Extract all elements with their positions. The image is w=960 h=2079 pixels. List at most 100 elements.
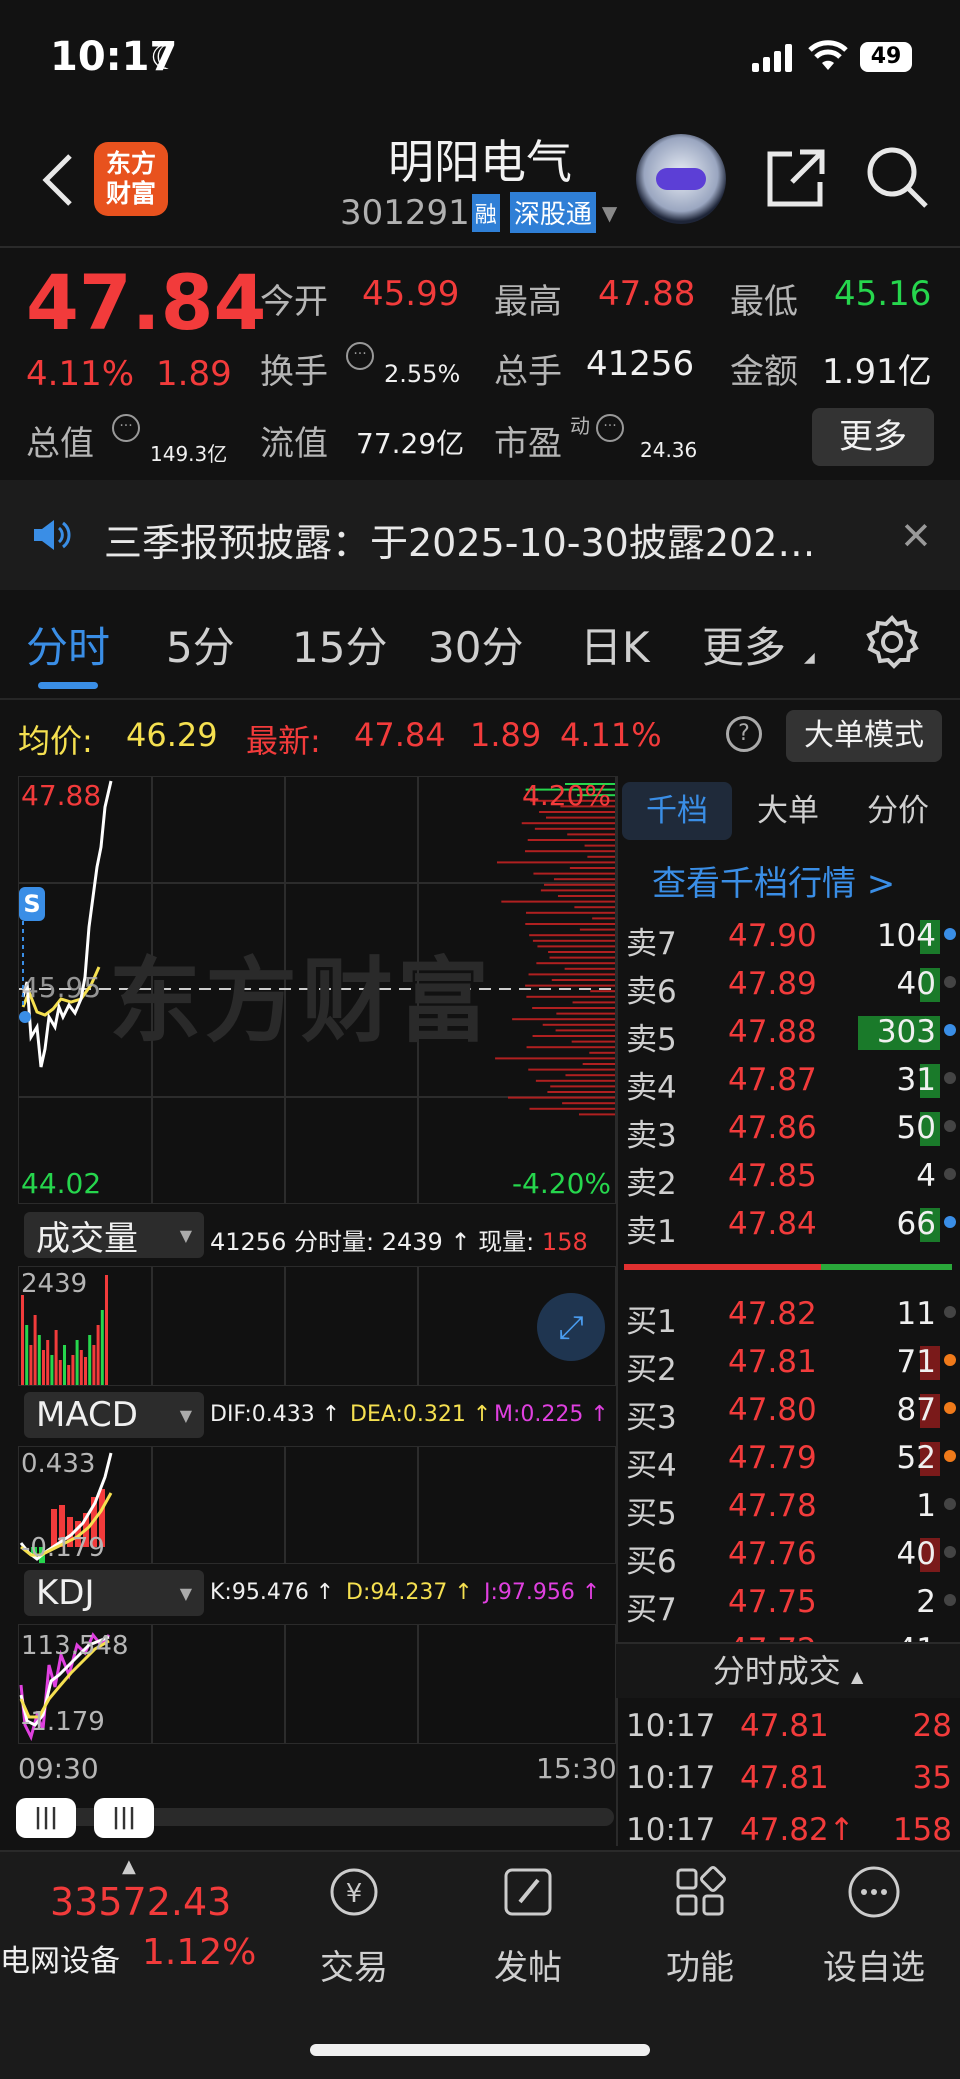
high-label: 最高: [494, 282, 562, 322]
nav-post[interactable]: 发帖: [448, 1862, 608, 1989]
float-label: 流值: [260, 424, 328, 464]
nav-trade[interactable]: ¥ 交易: [274, 1862, 434, 1989]
bid-level-6[interactable]: 买6 47.76 40: [624, 1530, 960, 1580]
trade-icon: ¥: [330, 1868, 378, 1916]
avg-value: 46.29: [126, 716, 218, 754]
depth-bar: [550, 1085, 615, 1088]
range-handle-right[interactable]: |||: [94, 1798, 154, 1838]
status-dot: [944, 1306, 956, 1318]
volume-selector[interactable]: 成交量 ▼: [24, 1212, 204, 1259]
caret-up-icon: ▲: [850, 1667, 864, 1686]
mktcap-label: 总值: [26, 424, 94, 464]
bid-level-3[interactable]: 买3 47.80 87: [624, 1386, 960, 1436]
trade-marker-s[interactable]: S: [19, 887, 45, 921]
large-order-mode-button[interactable]: 大单模式: [786, 710, 942, 762]
info-icon[interactable]: ···: [112, 414, 140, 442]
info-icon[interactable]: ···: [346, 342, 374, 370]
macd-m: M:0.225 ↑: [494, 1402, 609, 1427]
open-label: 今开: [260, 282, 328, 322]
trade-price: 47.81: [740, 1760, 829, 1796]
tab-more[interactable]: 更多: [702, 614, 786, 675]
close-icon[interactable]: ✕: [900, 514, 932, 558]
level-price: 47.89: [728, 966, 817, 1002]
bid-level-1[interactable]: 买1 47.82 11: [624, 1290, 960, 1340]
ask-level-5[interactable]: 卖5 47.88 303: [624, 1008, 960, 1058]
status-dot: [944, 1216, 956, 1228]
tab-15min[interactable]: 15分: [292, 614, 387, 675]
depth-bar: [507, 1096, 615, 1099]
bid-level-2[interactable]: 买2 47.81 71: [624, 1338, 960, 1388]
help-icon[interactable]: ?: [726, 716, 762, 752]
open-value: 45.99: [362, 274, 460, 314]
kdj-chart[interactable]: 113.548 -1.179: [18, 1624, 616, 1744]
low-label: 最低: [730, 282, 798, 322]
volume-bar: [75, 1340, 79, 1385]
book-tab-large[interactable]: 大单: [736, 782, 840, 840]
ask-level-4[interactable]: 卖4 47.87 31: [624, 1056, 960, 1106]
range-handle-left[interactable]: |||: [16, 1798, 76, 1838]
pe-label: 市盈: [494, 424, 562, 464]
tab-timeshare[interactable]: 分时: [26, 614, 110, 675]
depth-bar: [592, 917, 615, 920]
avg-label: 均价:: [18, 722, 93, 760]
latest-pct: 4.11%: [560, 716, 662, 754]
macd-selector[interactable]: MACD ▼: [24, 1392, 204, 1438]
ask-level-1[interactable]: 卖1 47.84 66: [624, 1200, 960, 1250]
low-value: 45.16: [834, 274, 932, 314]
info-icon[interactable]: ···: [596, 414, 624, 442]
share-icon[interactable]: [764, 146, 828, 210]
expand-icon[interactable]: ⤢: [537, 1293, 605, 1361]
bid-level-5[interactable]: 买5 47.78 1: [624, 1482, 960, 1532]
pe-sup: 动: [570, 414, 590, 438]
depth-bar: [529, 934, 615, 937]
depth-bar: [495, 1057, 615, 1060]
nav-features[interactable]: 功能: [620, 1862, 780, 1989]
depth-bar: [532, 1035, 615, 1037]
trades-header[interactable]: 分时成交 ▲: [616, 1642, 960, 1698]
ask-level-7[interactable]: 卖7 47.90 104: [624, 912, 960, 962]
tab-daily-k[interactable]: 日K: [580, 614, 650, 675]
depth-bar: [521, 822, 615, 825]
ask-level-3[interactable]: 卖3 47.86 50: [624, 1104, 960, 1154]
pct-change: 4.11%: [26, 354, 135, 394]
nav-watchlist[interactable]: 设自选: [794, 1862, 954, 1989]
trade-row: 10:17 47.81 35: [624, 1754, 960, 1802]
back-icon[interactable]: [40, 152, 76, 208]
bid-level-7[interactable]: 买7 47.75 2: [624, 1578, 960, 1628]
depth-bar: [564, 967, 615, 970]
volume-chart[interactable]: 2439 ⤢: [18, 1266, 616, 1386]
book-tab-depth[interactable]: 千档: [622, 782, 732, 840]
bid-level-4[interactable]: 买4 47.79 52: [624, 1434, 960, 1484]
view-depth-link[interactable]: 查看千档行情 >: [652, 856, 895, 905]
search-icon[interactable]: [864, 144, 930, 210]
settings-icon[interactable]: [864, 614, 920, 670]
depth-bar: [546, 816, 615, 819]
stock-code-row[interactable]: 301291 融 深股通 ▼: [340, 192, 617, 233]
notice-bar[interactable]: 三季报预披露：于2025-10-30披露202… ✕: [0, 480, 960, 590]
ask-level-6[interactable]: 卖6 47.89 40: [624, 960, 960, 1010]
level-label: 卖7: [626, 926, 677, 962]
depth-bar: [571, 1040, 615, 1043]
depth-bar: [562, 1102, 615, 1105]
depth-bar: [535, 1079, 615, 1082]
more-button[interactable]: 更多: [812, 408, 934, 466]
index-name[interactable]: 电网设备: [0, 1936, 120, 1980]
chart-top-pct: 4.20%: [522, 779, 611, 812]
depth-bar: [512, 1018, 615, 1021]
tab-5min[interactable]: 5分: [166, 614, 235, 675]
status-dot: [944, 1402, 956, 1414]
caret-up-icon: ▲: [122, 1856, 136, 1877]
macd-chart[interactable]: 0.433 -0.179: [18, 1446, 616, 1564]
eastmoney-logo[interactable]: 东方 财富: [94, 142, 168, 216]
status-dot: [944, 976, 956, 988]
depth-bar: [547, 1091, 615, 1093]
kdj-selector[interactable]: KDJ ▼: [24, 1570, 204, 1616]
home-indicator: [310, 2044, 650, 2056]
index-value[interactable]: 33572.43: [50, 1880, 231, 1924]
intraday-chart[interactable]: 47.88 4.20% 45.95 44.02 -4.20% 东方财富 S: [18, 776, 616, 1204]
ask-level-2[interactable]: 卖2 47.85 4: [624, 1152, 960, 1202]
robot-assistant-icon[interactable]: [636, 134, 726, 224]
level-label: 买6: [626, 1544, 677, 1580]
book-tab-price[interactable]: 分价: [846, 782, 950, 840]
tab-30min[interactable]: 30分: [428, 614, 523, 675]
